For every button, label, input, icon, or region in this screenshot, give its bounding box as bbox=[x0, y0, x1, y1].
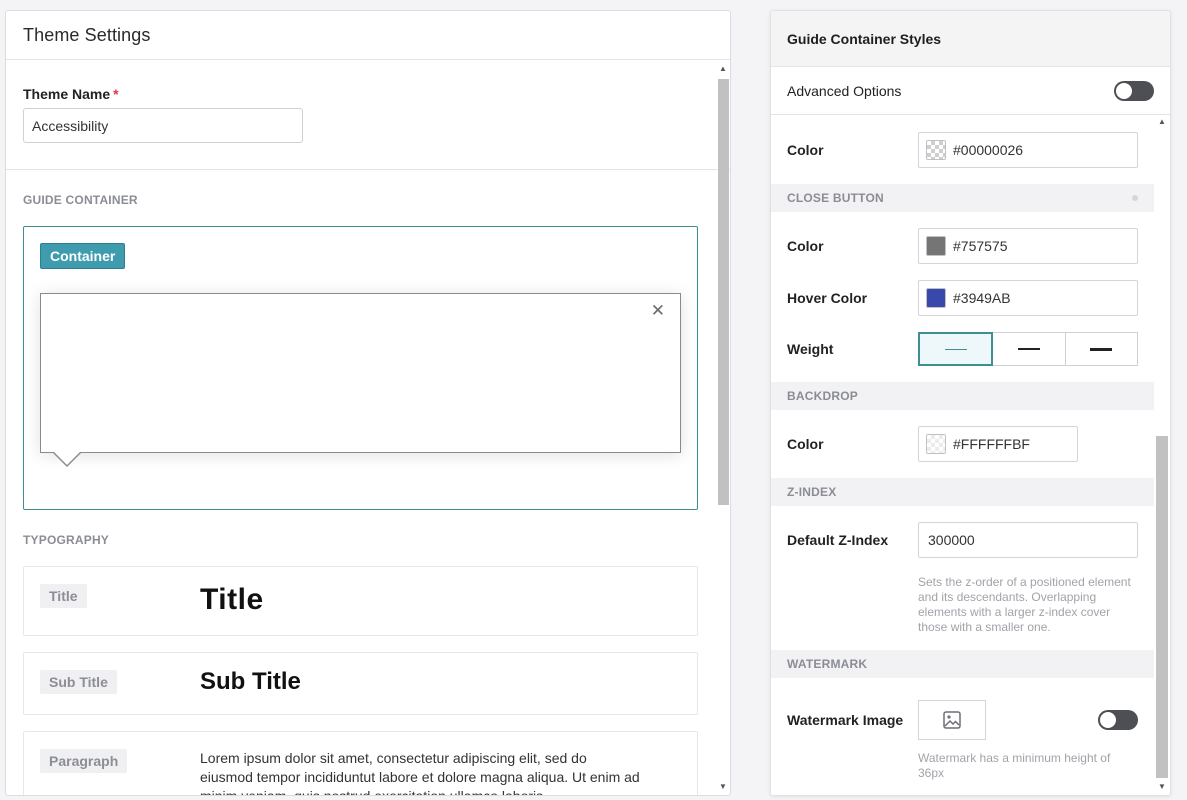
theme-settings-scroll-area: Theme Name* GUIDE CONTAINER Container ✕ … bbox=[6, 60, 730, 795]
z-index-help-text: Sets the z-order of a positioned element… bbox=[918, 575, 1131, 634]
typography-sample-subtitle: Sub Title bbox=[200, 668, 301, 695]
z-index-input[interactable]: 300000 bbox=[918, 522, 1138, 558]
container-color-value: #00000026 bbox=[953, 142, 1024, 158]
left-scrollbar-thumb[interactable] bbox=[718, 79, 729, 505]
typography-tag-paragraph: Paragraph bbox=[40, 749, 128, 773]
guide-container-preview[interactable]: Container ✕ bbox=[23, 226, 698, 510]
advanced-options-label: Advanced Options bbox=[787, 82, 902, 99]
weight-bold-button[interactable] bbox=[1065, 332, 1138, 366]
weight-medium-icon bbox=[1017, 348, 1040, 350]
close-color-row: Color #757575 bbox=[771, 228, 1154, 264]
image-icon bbox=[943, 711, 961, 729]
typography-section-label: TYPOGRAPHY bbox=[23, 533, 110, 547]
weight-bold-icon bbox=[1090, 347, 1113, 351]
typography-tag-subtitle: Sub Title bbox=[40, 670, 117, 694]
theme-name-input[interactable] bbox=[23, 108, 303, 143]
weight-medium-button[interactable] bbox=[993, 332, 1066, 366]
backdrop-color-value: #FFFFFFBF bbox=[953, 436, 1030, 452]
required-asterisk: * bbox=[113, 86, 119, 102]
left-scrollbar[interactable]: ▲ ▼ bbox=[716, 63, 730, 793]
right-scrollbar-thumb[interactable] bbox=[1156, 436, 1168, 778]
advanced-options-row: Advanced Options bbox=[771, 67, 1170, 115]
watermark-toggle[interactable] bbox=[1098, 710, 1138, 730]
backdrop-section-label: BACKDROP bbox=[787, 389, 858, 403]
close-color-input[interactable]: #757575 bbox=[918, 228, 1138, 264]
scroll-down-arrow-icon[interactable]: ▼ bbox=[716, 781, 730, 793]
backdrop-section-header: BACKDROP bbox=[771, 382, 1154, 410]
container-color-label: Color bbox=[787, 142, 824, 158]
watermark-image-label: Watermark Image bbox=[787, 712, 904, 728]
right-scrollbar[interactable]: ▲ ▼ bbox=[1155, 116, 1169, 793]
weight-row: Weight bbox=[771, 332, 1154, 366]
theme-name-label: Theme Name * bbox=[23, 86, 713, 102]
typography-paragraph-card[interactable]: Paragraph Lorem ipsum dolor sit amet, co… bbox=[23, 731, 698, 795]
close-button-section-header: CLOSE BUTTON bbox=[771, 184, 1154, 212]
watermark-section-label: WATERMARK bbox=[787, 657, 868, 671]
styles-panel-header: Guide Container Styles bbox=[771, 11, 1170, 67]
weight-thin-icon bbox=[944, 348, 967, 350]
color-swatch[interactable] bbox=[926, 434, 946, 454]
scroll-up-arrow-icon[interactable]: ▲ bbox=[1155, 116, 1169, 128]
z-index-section-header: Z-INDEX bbox=[771, 478, 1154, 506]
z-index-label: Default Z-Index bbox=[787, 532, 889, 548]
watermark-image-picker[interactable] bbox=[918, 700, 986, 740]
hover-color-row: Hover Color #3949AB bbox=[771, 280, 1154, 316]
typography-sample-paragraph: Lorem ipsum dolor sit amet, consectetur … bbox=[200, 750, 640, 795]
popup-pointer-tail bbox=[52, 451, 82, 467]
guide-popup-preview[interactable]: ✕ bbox=[40, 293, 681, 467]
close-color-value: #757575 bbox=[953, 238, 1008, 254]
section-indicator-dot bbox=[1132, 195, 1138, 201]
close-color-label: Color bbox=[787, 238, 824, 254]
weight-thin-button[interactable] bbox=[918, 332, 994, 366]
hover-color-input[interactable]: #3949AB bbox=[918, 280, 1138, 316]
panel-title: Theme Settings bbox=[23, 24, 151, 45]
container-badge[interactable]: Container bbox=[40, 243, 126, 269]
color-swatch[interactable] bbox=[926, 140, 946, 160]
z-index-section-label: Z-INDEX bbox=[787, 485, 837, 499]
theme-name-section: Theme Name * bbox=[6, 60, 730, 170]
container-color-input[interactable]: #00000026 bbox=[918, 132, 1138, 168]
guide-container-styles-panel: Guide Container Styles Advanced Options … bbox=[770, 10, 1171, 796]
watermark-row: Watermark Image bbox=[771, 700, 1154, 740]
advanced-options-toggle[interactable] bbox=[1114, 80, 1154, 101]
z-index-row: Default Z-Index 300000 bbox=[771, 522, 1154, 558]
color-swatch[interactable] bbox=[926, 236, 946, 256]
container-color-row: Color #00000026 bbox=[771, 132, 1154, 168]
close-icon[interactable]: ✕ bbox=[651, 301, 665, 321]
backdrop-color-input[interactable]: #FFFFFFBF bbox=[918, 426, 1078, 462]
close-button-section-label: CLOSE BUTTON bbox=[787, 191, 884, 205]
typography-title-card[interactable]: Title Title bbox=[23, 566, 698, 636]
typography-tag-title: Title bbox=[40, 584, 87, 608]
theme-settings-header: Theme Settings bbox=[6, 11, 730, 60]
typography-subtitle-card[interactable]: Sub Title Sub Title bbox=[23, 652, 698, 715]
weight-selector bbox=[918, 332, 1138, 366]
watermark-help-text: Watermark has a minimum height of 36px bbox=[918, 751, 1111, 780]
color-swatch[interactable] bbox=[926, 288, 946, 308]
weight-label: Weight bbox=[787, 341, 834, 357]
styles-scroll-area: Color #00000026 CLOSE BUTTON Color #7575… bbox=[771, 116, 1154, 795]
watermark-section-header: WATERMARK bbox=[771, 650, 1154, 678]
styles-panel-title: Guide Container Styles bbox=[787, 30, 942, 47]
scroll-up-arrow-icon[interactable]: ▲ bbox=[716, 63, 730, 75]
guide-container-section-label: GUIDE CONTAINER bbox=[23, 193, 138, 207]
hover-color-label: Hover Color bbox=[787, 290, 868, 306]
backdrop-color-label: Color bbox=[787, 436, 824, 452]
backdrop-color-row: Color #FFFFFFBF bbox=[771, 426, 1154, 462]
typography-sample-title: Title bbox=[200, 583, 264, 616]
hover-color-value: #3949AB bbox=[953, 290, 1011, 306]
theme-settings-panel: Theme Settings Theme Name* GUIDE CONTAIN… bbox=[5, 10, 731, 796]
scroll-down-arrow-icon[interactable]: ▼ bbox=[1155, 781, 1169, 793]
theme-name-label-text: Theme Name bbox=[23, 86, 111, 102]
